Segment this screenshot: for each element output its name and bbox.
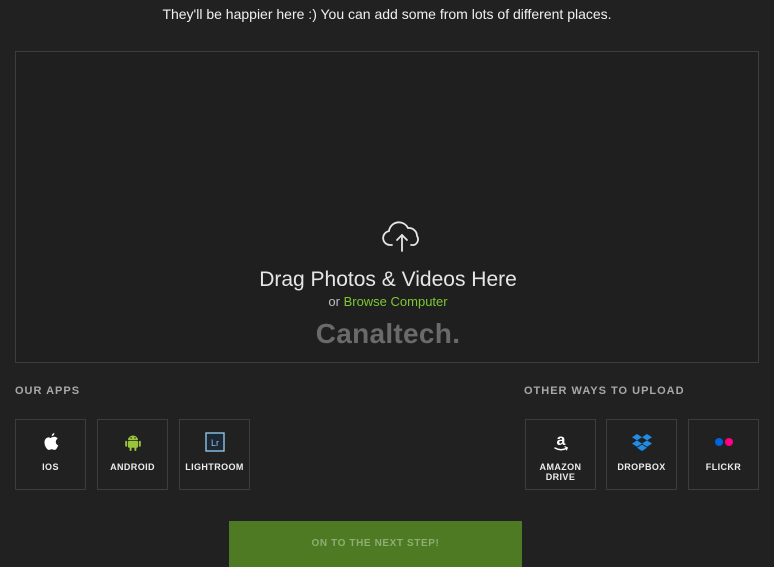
other-ways-label: OTHER WAYS TO UPLOAD (524, 385, 685, 397)
dropbox-icon (631, 434, 652, 451)
flickr-button[interactable]: FLICKR (688, 419, 759, 490)
flickr-icon (714, 438, 733, 446)
lightroom-icon: Lr (204, 432, 225, 452)
lightroom-app-button[interactable]: Lr LIGHTROOM (179, 419, 250, 490)
amazon-drive-button[interactable]: a AMAZON DRIVE (525, 419, 596, 490)
intro-text: They'll be happier here :) You can add s… (162, 6, 612, 22)
tile-label: IOS (42, 462, 59, 472)
next-step-button[interactable]: ON TO THE NEXT STEP! (229, 521, 522, 567)
tile-label: AMAZON DRIVE (539, 462, 582, 482)
svg-text:a: a (556, 432, 565, 449)
drag-drop-title: Drag Photos & Videos Here (259, 268, 517, 291)
apple-icon (44, 433, 58, 450)
tile-label: DROPBOX (617, 462, 666, 472)
android-app-button[interactable]: ANDROID (97, 419, 168, 490)
dropbox-button[interactable]: DROPBOX (606, 419, 677, 490)
svg-text:Lr: Lr (210, 438, 218, 448)
browse-computer-link[interactable]: Browse Computer (344, 294, 448, 309)
amazon-icon: a (553, 432, 568, 451)
android-icon (124, 435, 141, 451)
ios-app-button[interactable]: IOS (15, 419, 86, 490)
or-text: or (328, 294, 340, 309)
cloud-upload-icon (382, 221, 419, 252)
tile-label: ANDROID (110, 462, 155, 472)
tile-label: FLICKR (705, 462, 742, 472)
upload-dropzone[interactable]: Drag Photos & Videos Here or Browse Comp… (15, 51, 759, 363)
watermark: Canaltech. (315, 318, 461, 349)
our-apps-label: OUR APPS (15, 385, 81, 397)
browse-line: or Browse Computer (16, 294, 760, 309)
tile-label: LIGHTROOM (185, 462, 244, 472)
